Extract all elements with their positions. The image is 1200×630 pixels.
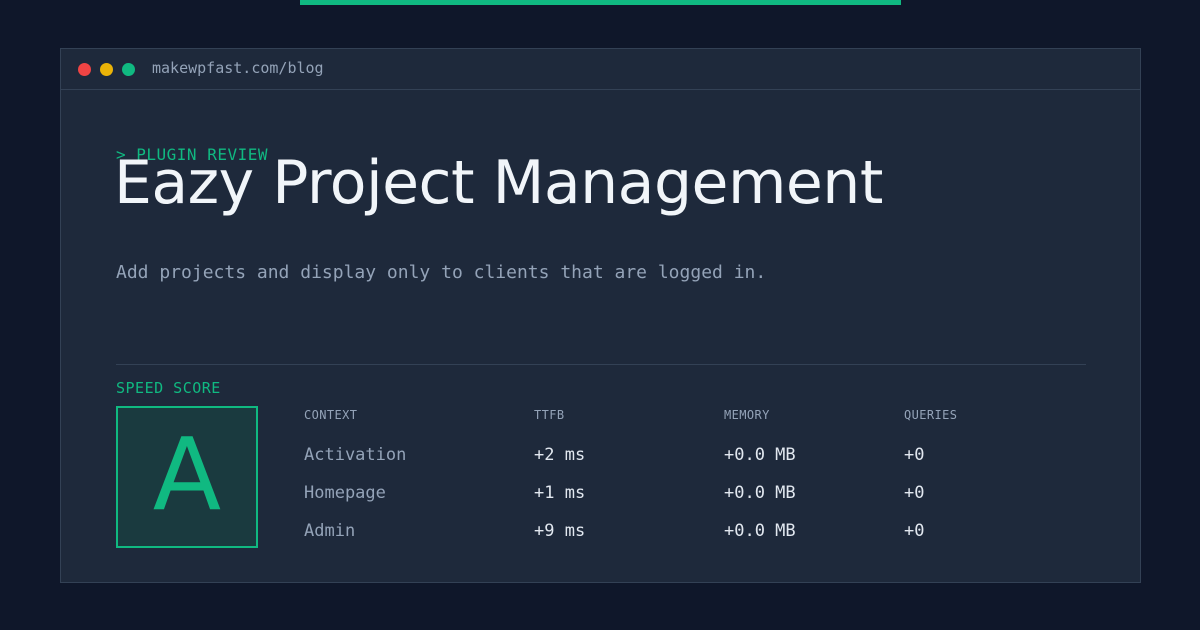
section-divider bbox=[116, 364, 1086, 365]
maximize-window-dot[interactable] bbox=[122, 63, 135, 76]
row-ttfb: +9 ms bbox=[534, 521, 586, 541]
minimize-window-dot[interactable] bbox=[100, 63, 113, 76]
speed-grade-letter: A bbox=[152, 416, 222, 533]
metrics-table-header: CONTEXT TTFB MEMORY QUERIES bbox=[304, 408, 1084, 432]
column-header-context: CONTEXT bbox=[304, 408, 358, 422]
row-ttfb: +2 ms bbox=[534, 445, 586, 465]
row-queries: +0 bbox=[904, 521, 925, 541]
row-ttfb: +1 ms bbox=[534, 483, 586, 503]
page-title: Eazy Project Management bbox=[114, 148, 883, 218]
top-accent-bar bbox=[300, 0, 901, 5]
speed-grade-badge: A bbox=[116, 406, 258, 548]
address-url: makewpfast.com/blog bbox=[152, 59, 324, 77]
row-context: Activation bbox=[304, 445, 407, 465]
speed-score-label: SPEED SCORE bbox=[116, 379, 221, 397]
page-subtitle: Add projects and display only to clients… bbox=[116, 262, 767, 283]
table-row: Admin +9 ms +0.0 MB +0 bbox=[304, 521, 1084, 545]
row-context: Admin bbox=[304, 521, 356, 541]
column-header-memory: MEMORY bbox=[724, 408, 770, 422]
row-queries: +0 bbox=[904, 483, 925, 503]
row-memory: +0.0 MB bbox=[724, 521, 796, 541]
column-header-queries: QUERIES bbox=[904, 408, 958, 422]
row-memory: +0.0 MB bbox=[724, 483, 796, 503]
row-memory: +0.0 MB bbox=[724, 445, 796, 465]
table-row: Activation +2 ms +0.0 MB +0 bbox=[304, 445, 1084, 469]
column-header-ttfb: TTFB bbox=[534, 408, 565, 422]
browser-window: makewpfast.com/blog > PLUGIN REVIEW Eazy… bbox=[60, 48, 1141, 583]
window-titlebar: makewpfast.com/blog bbox=[61, 49, 1140, 90]
close-window-dot[interactable] bbox=[78, 63, 91, 76]
row-context: Homepage bbox=[304, 483, 386, 503]
row-queries: +0 bbox=[904, 445, 925, 465]
table-row: Homepage +1 ms +0.0 MB +0 bbox=[304, 483, 1084, 507]
